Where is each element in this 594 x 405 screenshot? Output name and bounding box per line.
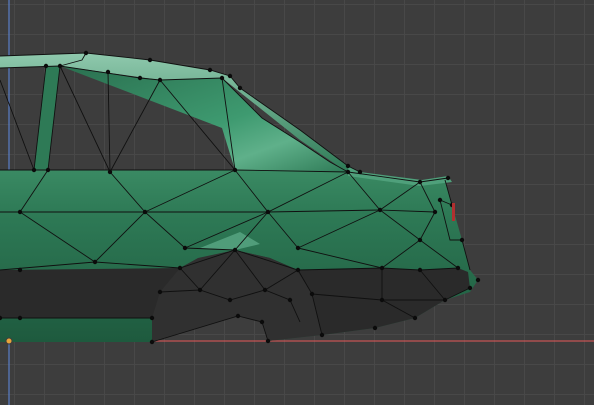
b-pillar [34,66,60,170]
3d-viewport[interactable] [0,0,594,405]
car-mesh[interactable] [0,50,481,345]
object-origin[interactable] [5,337,13,345]
scene-canvas[interactable] [0,0,594,405]
cabin-rear-glass [60,66,348,172]
taillight-marker [452,203,455,221]
